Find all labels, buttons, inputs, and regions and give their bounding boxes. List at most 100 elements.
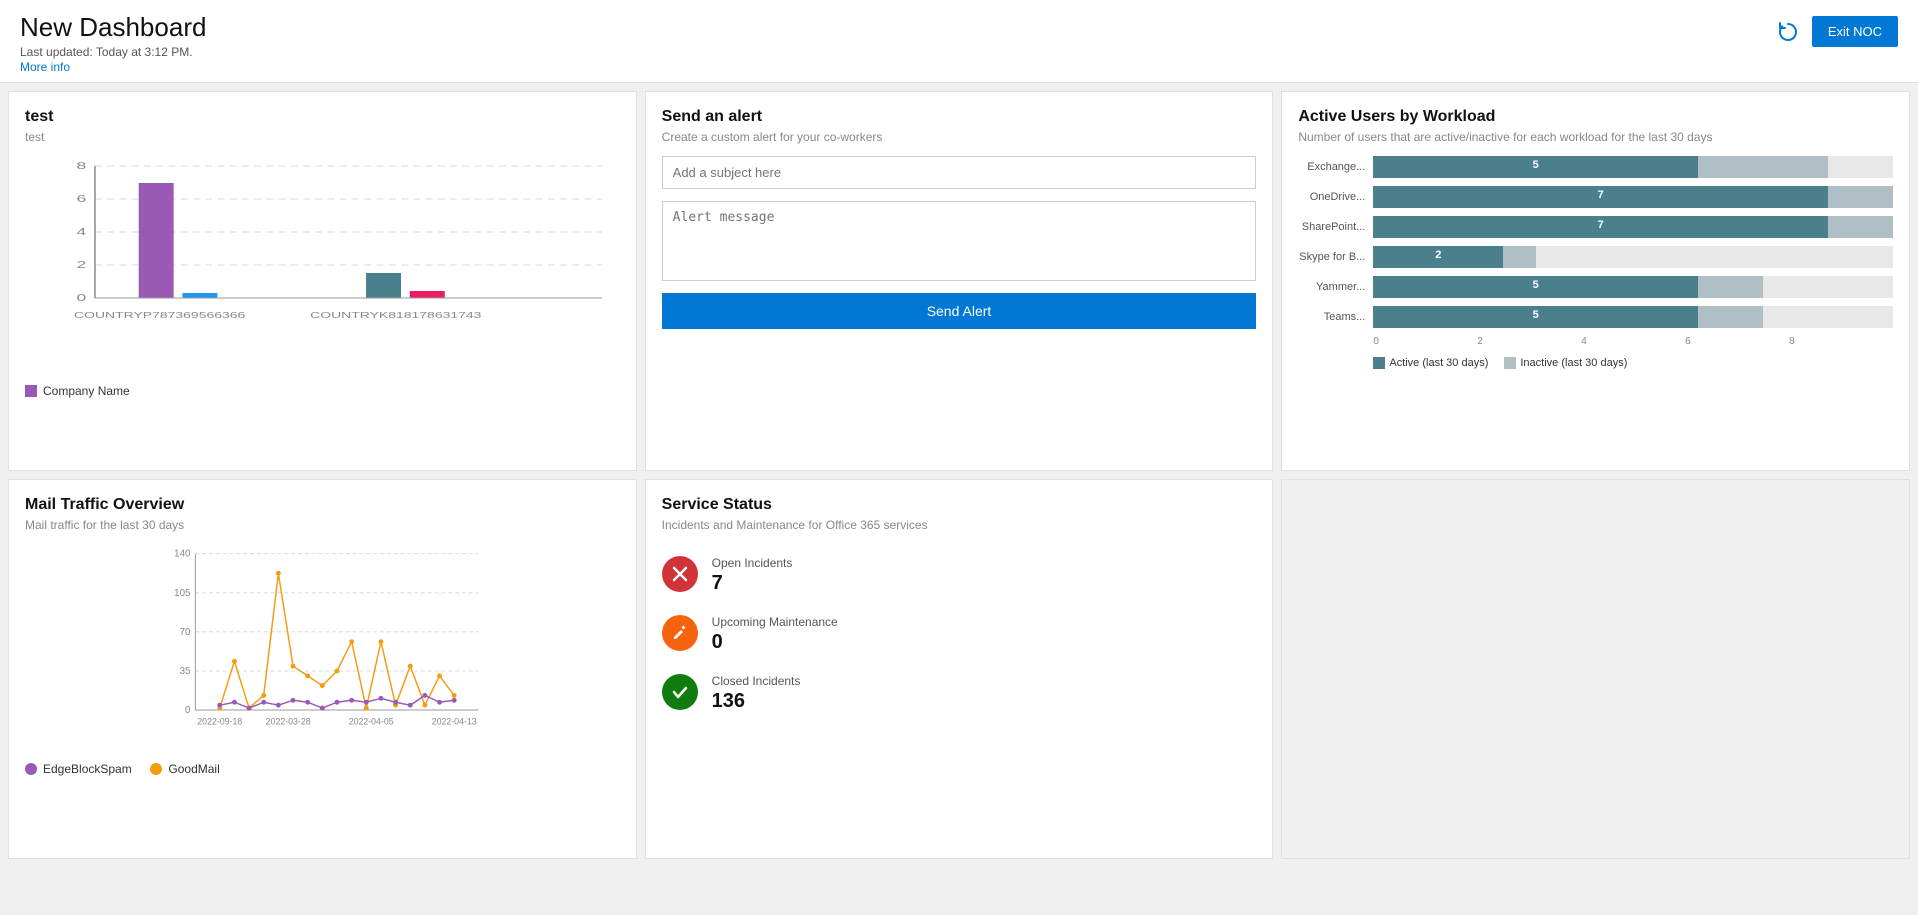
workload-row-0: Exchange... 5 — [1298, 156, 1893, 178]
workload-x-label: 0 — [1373, 336, 1477, 347]
inactive-swatch — [1504, 357, 1516, 369]
workload-bar-wrap-4: 5 — [1373, 276, 1893, 298]
company-name-legend-swatch — [25, 385, 37, 397]
svg-text:0: 0 — [76, 293, 86, 304]
alert-card-title: Send an alert — [662, 108, 1257, 126]
workload-label-3: Skype for B... — [1298, 251, 1373, 263]
svg-text:COUNTRYK818178631743: COUNTRYK818178631743 — [310, 312, 481, 320]
workload-inactive-bar-2 — [1828, 216, 1893, 238]
upcoming-maintenance-label: Upcoming Maintenance — [712, 615, 838, 629]
workload-bar-wrap-3: 2 — [1373, 246, 1893, 268]
open-incidents-label: Open Incidents — [712, 556, 793, 570]
workload-active-label-0: 5 — [1533, 159, 1539, 171]
mail-traffic-title: Mail Traffic Overview — [25, 496, 620, 514]
last-updated: Last updated: Today at 3:12 PM. — [20, 45, 206, 59]
mail-traffic-subtitle: Mail traffic for the last 30 days — [25, 518, 620, 532]
svg-text:6: 6 — [76, 194, 86, 205]
workload-bar-wrap-2: 7 — [1373, 216, 1893, 238]
refresh-icon[interactable] — [1774, 18, 1802, 46]
svg-text:70: 70 — [180, 627, 191, 638]
svg-text:105: 105 — [174, 588, 191, 599]
open-incidents-count: 7 — [712, 572, 793, 595]
workload-inactive-bar-5 — [1698, 306, 1763, 328]
workload-x-label: 2 — [1477, 336, 1581, 347]
test-card-subtitle: test — [25, 130, 620, 144]
workload-active-label-2: 7 — [1598, 219, 1604, 231]
mail-traffic-chart: 0 35 70 105 140 2022-09-18 2022-03-28 20… — [25, 544, 620, 754]
workload-row-3: Skype for B... 2 — [1298, 246, 1893, 268]
closed-incidents-icon — [662, 674, 698, 710]
workload-inactive-bar-1 — [1828, 186, 1893, 208]
svg-text:0: 0 — [185, 705, 191, 716]
service-items-list: Open Incidents 7 Upcoming Maintenance 0 — [662, 556, 1257, 713]
alert-message-textarea[interactable] — [662, 201, 1257, 281]
workload-x-label: 6 — [1685, 336, 1789, 347]
svg-text:35: 35 — [180, 666, 191, 677]
workload-x-label: 8 — [1789, 336, 1893, 347]
workload-row-2: SharePoint... 7 — [1298, 216, 1893, 238]
workload-legend: Active (last 30 days) Inactive (last 30 d… — [1373, 357, 1893, 369]
workload-active-label-3: 2 — [1435, 249, 1441, 261]
workload-x-axis: 02468 — [1373, 336, 1893, 347]
dashboard-grid: test test 0 2 4 6 8 — [0, 83, 1918, 867]
workload-inactive-bar-4 — [1698, 276, 1763, 298]
exit-noc-button[interactable]: Exit NOC — [1812, 16, 1898, 47]
svg-text:2022-04-13: 2022-04-13 — [432, 717, 477, 727]
workload-label-2: SharePoint... — [1298, 221, 1373, 233]
inactive-legend-label: Inactive (last 30 days) — [1520, 357, 1627, 369]
workload-active-label-5: 5 — [1533, 309, 1539, 321]
workload-card-title: Active Users by Workload — [1298, 108, 1893, 126]
more-info-link[interactable]: More info — [20, 60, 70, 74]
header-left: New Dashboard Last updated: Today at 3:1… — [20, 12, 206, 74]
workload-row-5: Teams... 5 — [1298, 306, 1893, 328]
service-status-card: Service Status Incidents and Maintenance… — [645, 479, 1274, 859]
workload-legend-active: Active (last 30 days) — [1373, 357, 1488, 369]
header: New Dashboard Last updated: Today at 3:1… — [0, 0, 1918, 83]
workload-row-4: Yammer... 5 — [1298, 276, 1893, 298]
alert-subject-input[interactable] — [662, 156, 1257, 189]
workload-active-label-1: 7 — [1598, 189, 1604, 201]
mail-chart-svg: 0 35 70 105 140 2022-09-18 2022-03-28 20… — [25, 544, 620, 754]
header-right: Exit NOC — [1774, 16, 1898, 47]
page-title: New Dashboard — [20, 12, 206, 43]
goodmail-legend-swatch — [150, 763, 162, 775]
svg-text:8: 8 — [76, 161, 86, 172]
service-status-subtitle: Incidents and Maintenance for Office 365… — [662, 518, 1257, 532]
alert-card: Send an alert Create a custom alert for … — [645, 91, 1274, 471]
workload-active-label-4: 5 — [1533, 279, 1539, 291]
test-bar-chart: 0 2 4 6 8 COUNTRYP787369566366 COUNTRYK8… — [25, 156, 620, 376]
service-item-open-incidents: Open Incidents 7 — [662, 556, 1257, 595]
svg-text:2022-09-18: 2022-09-18 — [197, 717, 242, 727]
svg-text:2: 2 — [76, 260, 86, 271]
alert-form: Send Alert — [662, 156, 1257, 329]
svg-text:4: 4 — [76, 227, 86, 238]
workload-card-subtitle: Number of users that are active/inactive… — [1298, 130, 1893, 144]
active-legend-label: Active (last 30 days) — [1389, 357, 1488, 369]
company-name-legend-label: Company Name — [43, 384, 130, 398]
workload-label-0: Exchange... — [1298, 161, 1373, 173]
edgeblockspam-legend-swatch — [25, 763, 37, 775]
mail-traffic-card: Mail Traffic Overview Mail traffic for t… — [8, 479, 637, 859]
workload-bar-wrap-0: 5 — [1373, 156, 1893, 178]
closed-incidents-count: 136 — [712, 690, 801, 713]
workload-bar-wrap-5: 5 — [1373, 306, 1893, 328]
edgeblockspam-legend-label: EdgeBlockSpam — [43, 762, 132, 776]
test-card-title: test — [25, 108, 620, 126]
workload-label-4: Yammer... — [1298, 281, 1373, 293]
workload-row-1: OneDrive... 7 — [1298, 186, 1893, 208]
mail-legend: EdgeBlockSpam GoodMail — [25, 762, 620, 776]
open-incidents-icon — [662, 556, 698, 592]
service-item-upcoming-maintenance: Upcoming Maintenance 0 — [662, 615, 1257, 654]
workload-label-1: OneDrive... — [1298, 191, 1373, 203]
send-alert-button[interactable]: Send Alert — [662, 293, 1257, 329]
workload-x-label: 4 — [1581, 336, 1685, 347]
service-item-closed-incidents: Closed Incidents 136 — [662, 674, 1257, 713]
upcoming-maintenance-count: 0 — [712, 631, 838, 654]
test-chart-legend: Company Name — [25, 384, 620, 398]
workload-legend-inactive: Inactive (last 30 days) — [1504, 357, 1627, 369]
workload-inactive-bar-3 — [1503, 246, 1535, 268]
svg-text:140: 140 — [174, 549, 191, 560]
workload-label-5: Teams... — [1298, 311, 1373, 323]
svg-text:2022-03-28: 2022-03-28 — [266, 717, 311, 727]
test-chart-svg: 0 2 4 6 8 COUNTRYP787369566366 COUNTRYK8… — [25, 156, 620, 376]
